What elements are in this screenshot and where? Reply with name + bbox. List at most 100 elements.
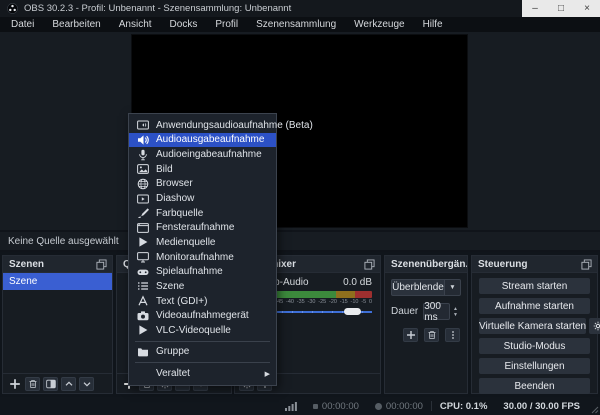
menu-item-audio-input-capture[interactable]: Audioeingabeaufnahme	[129, 147, 276, 162]
menu-item-scene[interactable]: Szene	[129, 279, 276, 294]
scene-item-label: Szene	[9, 276, 37, 287]
remove-transition-button[interactable]	[424, 328, 439, 342]
transitions-dock-title: Szenenübergän...	[391, 259, 467, 270]
menu-item-audio-output-capture[interactable]: Audioausgabeaufnahme	[129, 133, 276, 148]
studio-mode-button[interactable]: Studio-Modus	[479, 338, 590, 354]
menubar-item-bearbeiten[interactable]: Bearbeiten	[43, 17, 109, 32]
meter-tick-label: -40	[286, 299, 294, 305]
menu-item-label: Bild	[156, 164, 173, 175]
start-streaming-button[interactable]: Stream starten	[479, 278, 590, 294]
transitions-toolbar	[392, 328, 460, 342]
move-scene-down-button[interactable]	[79, 377, 94, 391]
menubar-item-ansicht[interactable]: Ansicht	[110, 17, 161, 32]
scenes-dock: Szenen Szene	[2, 255, 113, 394]
menu-item-label: VLC-Videoquelle	[156, 325, 231, 336]
menu-item-color-source[interactable]: Farbquelle	[129, 206, 276, 221]
move-scene-up-button[interactable]	[61, 377, 76, 391]
record-time: 00:00:00	[386, 401, 423, 412]
menubar-item-docks[interactable]: Docks	[161, 17, 207, 32]
menu-item-label: Anwendungsaudioaufnahme (Beta)	[156, 120, 313, 131]
menu-item-display-capture[interactable]: Monitoraufnahme	[129, 250, 276, 265]
mixer-popout-icon[interactable]	[364, 259, 375, 270]
menu-item-label: Gruppe	[156, 346, 189, 357]
source-context-toolbar: Keine Quelle ausgewählt	[0, 230, 600, 252]
chevron-down-icon: ▼	[444, 279, 461, 296]
obs-main-window: OBS 30.2.3 - Profil: Unbenannt - Szenens…	[0, 0, 600, 415]
window-icon	[137, 222, 149, 234]
text-icon	[137, 295, 149, 307]
menu-bar: DateiBearbeitenAnsichtDocksProfilSzenens…	[0, 17, 600, 32]
menu-item-game-capture[interactable]: Spielaufnahme	[129, 264, 276, 279]
menu-separator	[135, 341, 270, 342]
none-icon	[137, 368, 149, 380]
menu-item-label: Farbquelle	[156, 208, 203, 219]
cpu-usage: CPU: 0.1%	[440, 401, 488, 412]
duration-spinner[interactable]: ▲▼	[450, 306, 461, 318]
scenes-toolbar	[3, 373, 112, 393]
add-transition-button[interactable]	[403, 328, 418, 342]
meter-tick-label: -30	[308, 299, 316, 305]
start-virtual-camera-button[interactable]: Virtuelle Kamera starten	[479, 318, 586, 334]
menu-item-window-capture[interactable]: Fensteraufnahme	[129, 220, 276, 235]
duration-input[interactable]: 300 ms	[423, 303, 450, 320]
menu-item-label: Spielaufnahme	[156, 266, 223, 277]
start-recording-button[interactable]: Aufnahme starten	[479, 298, 590, 314]
controls-dock-title: Steuerung	[478, 259, 527, 270]
transition-select[interactable]: Überblende ▼	[391, 279, 461, 296]
remove-scene-button[interactable]	[25, 377, 40, 391]
menubar-item-datei[interactable]: Datei	[2, 17, 43, 32]
virtual-camera-settings-button[interactable]	[589, 318, 600, 334]
menu-item-deprecated[interactable]: Veraltet▶	[129, 366, 276, 381]
scenes-popout-icon[interactable]	[96, 259, 107, 270]
exit-button[interactable]: Beenden	[479, 378, 590, 394]
meter-tick-label: -10	[351, 299, 359, 305]
monitor-icon	[137, 251, 149, 263]
window-title: OBS 30.2.3 - Profil: Unbenannt - Szenens…	[24, 3, 291, 14]
stream-status-icon	[313, 404, 318, 409]
menu-item-vlc-video-source[interactable]: VLC-Videoquelle	[129, 323, 276, 338]
menu-item-label: Diashow	[156, 193, 194, 204]
scenes-dock-header: Szenen	[3, 256, 112, 273]
menu-item-media-source[interactable]: Medienquelle	[129, 235, 276, 250]
settings-button[interactable]: Einstellungen	[479, 358, 590, 374]
record-status-icon	[375, 403, 382, 410]
submenu-arrow-icon: ▶	[265, 370, 270, 378]
resize-grip[interactable]	[591, 406, 599, 414]
menu-item-label: Text (GDI+)	[156, 296, 207, 307]
menu-item-application-audio-capture[interactable]: Anwendungsaudioaufnahme (Beta)	[129, 118, 276, 133]
menu-item-browser[interactable]: Browser	[129, 177, 276, 192]
menu-item-text-gdi[interactable]: Text (GDI+)	[129, 294, 276, 309]
volume-slider-handle[interactable]	[344, 308, 361, 315]
menubar-item-werkzeuge[interactable]: Werkzeuge	[345, 17, 413, 32]
status-bar: 00:00:00 00:00:00 CPU: 0.1% 30.00 / 30.0…	[0, 397, 600, 415]
menubar-item-szenensammlung[interactable]: Szenensammlung	[247, 17, 345, 32]
menu-item-label: Medienquelle	[156, 237, 216, 248]
scenes-dock-title: Szenen	[9, 259, 44, 270]
menu-item-group[interactable]: Gruppe	[129, 345, 276, 360]
maximize-button[interactable]: □	[550, 0, 572, 17]
scene-list-item[interactable]: Szene	[3, 273, 112, 290]
no-source-selected-label: Keine Quelle ausgewählt	[8, 236, 119, 247]
menu-item-slideshow[interactable]: Diashow	[129, 191, 276, 206]
menu-item-image[interactable]: Bild	[129, 162, 276, 177]
duration-label: Dauer	[391, 306, 418, 317]
menu-item-label: Audioeingabeaufnahme	[156, 149, 262, 160]
menubar-item-profil[interactable]: Profil	[206, 17, 247, 32]
add-source-context-menu: Anwendungsaudioaufnahme (Beta)Audioausga…	[128, 113, 277, 386]
minimize-button[interactable]: –	[524, 0, 546, 17]
meter-tick-label: -25	[318, 299, 326, 305]
window-controls: – □ ×	[522, 0, 600, 17]
meter-tick-label: -15	[340, 299, 348, 305]
controls-row: Studio-Modus	[479, 338, 590, 354]
add-scene-button[interactable]	[7, 377, 22, 391]
transition-options-button[interactable]	[445, 328, 460, 342]
menu-item-video-capture-device[interactable]: Videoaufnahmegerät	[129, 308, 276, 323]
close-button[interactable]: ×	[576, 0, 598, 17]
fps-counter: 30.00 / 30.00 FPS	[503, 401, 580, 412]
controls-dock-header: Steuerung	[472, 256, 597, 273]
controls-row: Aufnahme starten	[479, 298, 590, 314]
scene-filters-button[interactable]	[43, 377, 58, 391]
menubar-item-hilfe[interactable]: Hilfe	[414, 17, 452, 32]
mixer-level-value: 0.0 dB	[343, 277, 372, 288]
controls-popout-icon[interactable]	[581, 259, 592, 270]
